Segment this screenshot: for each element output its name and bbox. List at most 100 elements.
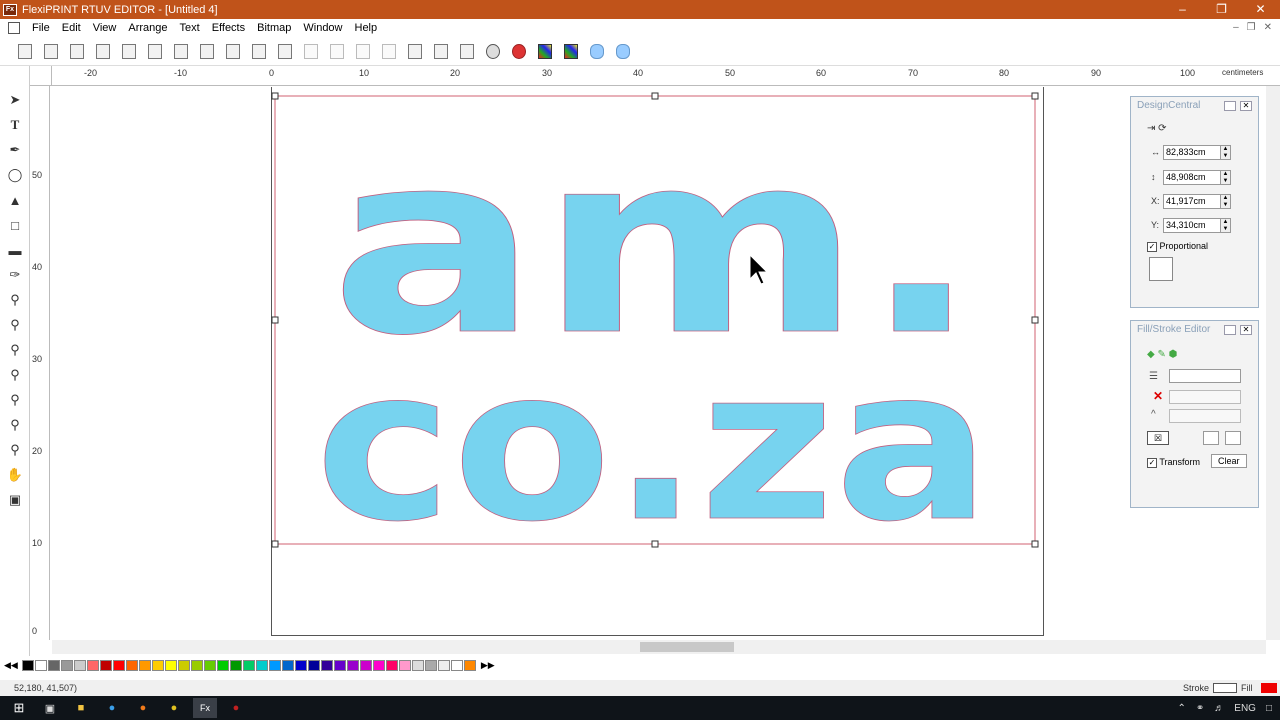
volume-icon[interactable]: ♬ <box>1214 703 1224 714</box>
palette-swatch[interactable] <box>164 660 177 671</box>
zoom-page-icon[interactable]: ⚲ <box>3 389 27 411</box>
firefox-icon[interactable]: ● <box>131 698 155 718</box>
menu-edit[interactable]: Edit <box>56 22 87 34</box>
redo-all-icon[interactable] <box>378 41 400 63</box>
copy-icon[interactable] <box>248 41 270 63</box>
undo-icon[interactable] <box>300 41 322 63</box>
palette-swatch[interactable] <box>398 660 411 671</box>
tray-chevron-icon[interactable]: ⌃ <box>1178 703 1186 714</box>
ink-icon[interactable] <box>508 41 530 63</box>
start-icon[interactable]: ⊞ <box>7 698 31 718</box>
file-explorer-icon[interactable]: ■ <box>69 698 93 718</box>
color-picker-icon[interactable] <box>534 41 556 63</box>
text-tool-icon[interactable]: T <box>3 114 27 136</box>
palette-swatch[interactable] <box>411 660 424 671</box>
ellipse-tool-icon[interactable]: ◯ <box>3 164 27 186</box>
node-edit-icon[interactable]: ▲ <box>3 189 27 211</box>
palette-swatch[interactable] <box>281 660 294 671</box>
print-icon[interactable] <box>170 41 192 63</box>
height-field[interactable]: 48,908cm <box>1163 169 1221 185</box>
palette-swatch[interactable] <box>34 660 47 671</box>
palette-swatch[interactable] <box>463 660 476 671</box>
y-field[interactable]: 34,310cm <box>1163 217 1221 233</box>
menu-help[interactable]: Help <box>349 22 384 34</box>
palette-swatch[interactable] <box>333 660 346 671</box>
paste-icon[interactable] <box>274 41 296 63</box>
pan-hand-icon[interactable]: ✋ <box>3 464 27 486</box>
task-view-icon[interactable]: ▣ <box>38 698 62 718</box>
spectrum-icon[interactable] <box>560 41 582 63</box>
palette-swatch[interactable] <box>385 660 398 671</box>
anchor-point-icon[interactable] <box>1149 257 1173 281</box>
import-icon[interactable] <box>118 41 140 63</box>
align-icon[interactable] <box>404 41 426 63</box>
palette-swatch[interactable] <box>450 660 463 671</box>
palette-swatch[interactable] <box>21 660 34 671</box>
palette-swatch[interactable] <box>255 660 268 671</box>
arrange-icon[interactable] <box>456 41 478 63</box>
menu-text[interactable]: Text <box>174 22 206 34</box>
palette-swatch[interactable] <box>294 660 307 671</box>
palette-swatch[interactable] <box>346 660 359 671</box>
cloud-upload-icon[interactable] <box>612 41 634 63</box>
app-taskbar-icon[interactable]: ● <box>224 698 248 718</box>
horizontal-scrollbar[interactable] <box>52 640 1266 654</box>
no-fill-icon[interactable]: ✕ <box>1153 389 1163 403</box>
vertical-ruler[interactable]: 50 40 30 20 10 0 <box>30 86 50 640</box>
height-spinner[interactable]: ▲ ▼ <box>1221 169 1231 185</box>
minimize-button[interactable]: – <box>1163 0 1202 19</box>
vertical-scrollbar[interactable] <box>1266 86 1280 640</box>
transform-checkbox[interactable]: ✓ <box>1147 457 1157 468</box>
redo-icon[interactable] <box>352 41 374 63</box>
ruler-corner[interactable] <box>30 66 52 86</box>
palette-swatch[interactable] <box>203 660 216 671</box>
crop-tool-icon[interactable]: □ <box>3 214 27 236</box>
palette-swatch[interactable] <box>60 660 73 671</box>
width-field[interactable]: 82,833cm <box>1163 144 1221 160</box>
palette-swatch[interactable] <box>359 660 372 671</box>
cut-icon[interactable] <box>222 41 244 63</box>
menu-effects[interactable]: Effects <box>206 22 251 34</box>
palette-swatch[interactable] <box>138 660 151 671</box>
palette-swatch[interactable] <box>177 660 190 671</box>
palette-swatch[interactable] <box>242 660 255 671</box>
palette-swatch[interactable] <box>268 660 281 671</box>
palette-swatch[interactable] <box>151 660 164 671</box>
design-artwork[interactable]: am. co.za <box>52 87 1266 639</box>
panel-close-button[interactable]: ✕ <box>1240 325 1252 335</box>
menu-bitmap[interactable]: Bitmap <box>251 22 297 34</box>
menu-arrange[interactable]: Arrange <box>122 22 173 34</box>
stroke-swatch[interactable]: ☒ <box>1147 431 1169 445</box>
measure-tool-icon[interactable]: ▬ <box>3 239 27 261</box>
chrome-icon[interactable]: ● <box>162 698 186 718</box>
menu-window[interactable]: Window <box>297 22 348 34</box>
palette-swatch[interactable] <box>307 660 320 671</box>
menu-view[interactable]: View <box>87 22 123 34</box>
zoom-in-icon[interactable]: ⚲ <box>3 314 27 336</box>
palette-swatch[interactable] <box>320 660 333 671</box>
line-cap-button[interactable] <box>1203 431 1219 445</box>
palette-swatch[interactable] <box>86 660 99 671</box>
palette-swatch[interactable] <box>424 660 437 671</box>
palette-swatch[interactable] <box>229 660 242 671</box>
horizontal-scroll-thumb[interactable] <box>640 642 734 652</box>
edge-icon[interactable]: ● <box>100 698 124 718</box>
language-indicator[interactable]: ENG <box>1234 703 1256 714</box>
line-join-button[interactable] <box>1225 431 1241 445</box>
export-icon[interactable] <box>144 41 166 63</box>
rip-print-icon[interactable] <box>196 41 218 63</box>
mdi-minimize-button[interactable]: – <box>1233 19 1239 37</box>
menu-file[interactable]: File <box>26 22 56 34</box>
color-wheel-icon[interactable] <box>482 41 504 63</box>
close-button[interactable]: ✕ <box>1241 0 1280 19</box>
miter-field[interactable] <box>1169 409 1241 423</box>
width-spinner[interactable]: ▲ ▼ <box>1221 144 1231 160</box>
palette-swatch[interactable] <box>112 660 125 671</box>
eyedropper-icon[interactable]: ✑ <box>3 264 27 286</box>
new-document-icon[interactable] <box>14 41 36 63</box>
cloud-icon[interactable] <box>586 41 608 63</box>
palette-scroll-right-icon[interactable]: ▶▶ <box>481 660 495 671</box>
zoom-icon[interactable]: ⚲ <box>3 289 27 311</box>
x-field[interactable]: 41,917cm <box>1163 193 1221 209</box>
pen-tool-icon[interactable]: ✒ <box>3 139 27 161</box>
